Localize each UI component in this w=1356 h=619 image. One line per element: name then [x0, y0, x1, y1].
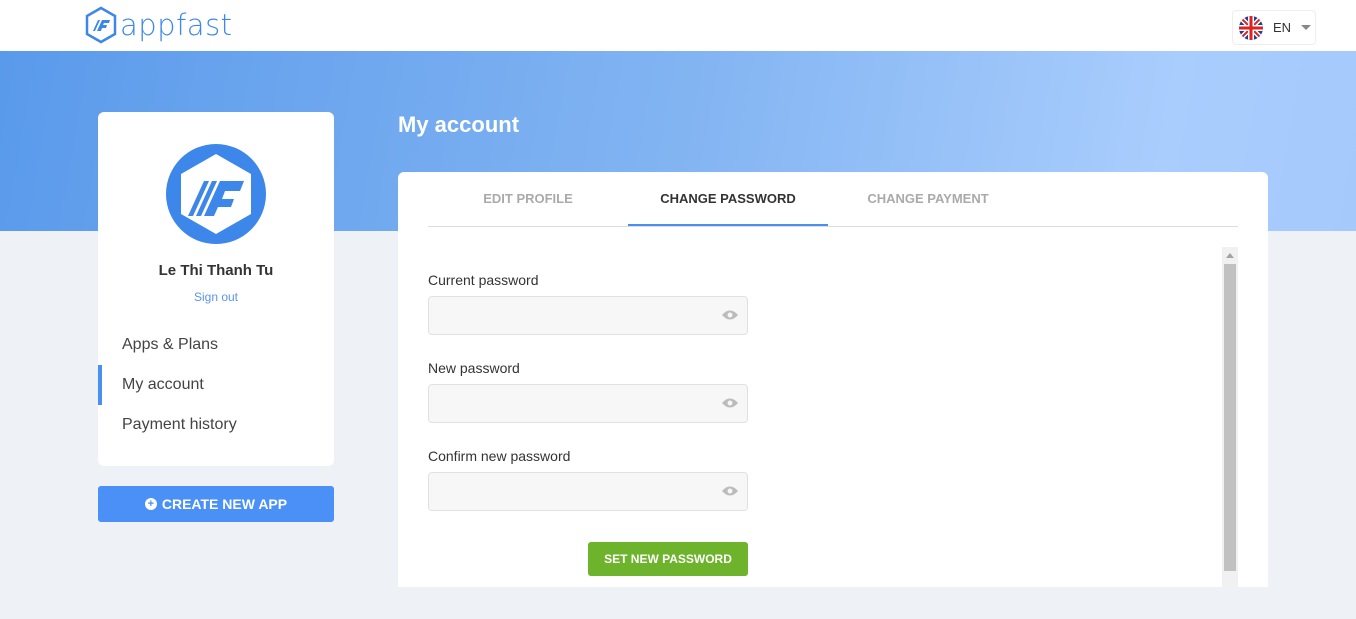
user-name: Le Thi Thanh Tu: [158, 262, 274, 279]
current-password-label: Current password: [428, 272, 539, 288]
sidebar-item-my-account[interactable]: My account: [98, 365, 334, 405]
sign-out-link[interactable]: Sign out: [98, 290, 334, 304]
tab-change-payment[interactable]: CHANGE PAYMENT: [828, 172, 1028, 226]
plus-circle-icon: +: [144, 498, 157, 510]
tab-edit-profile[interactable]: EDIT PROFILE: [428, 172, 628, 226]
scrollbar[interactable]: [1222, 247, 1238, 587]
logo-icon: [85, 6, 117, 44]
tab-change-password[interactable]: CHANGE PASSWORD: [628, 172, 828, 226]
create-new-app-button[interactable]: + CREATE NEW APP: [98, 486, 334, 522]
create-new-app-label: CREATE NEW APP: [161, 496, 288, 512]
new-password-label: New password: [428, 360, 520, 376]
scroll-up-icon[interactable]: [1226, 253, 1234, 258]
confirm-password-label: Confirm new password: [428, 448, 571, 464]
page-title: My account: [398, 112, 520, 137]
tab-bar: EDIT PROFILE CHANGE PASSWORD CHANGE PAYM…: [428, 172, 1238, 227]
new-password-input[interactable]: [428, 384, 748, 423]
change-password-form: Current password New password Confirm ne…: [428, 272, 748, 536]
uk-flag-icon: [1239, 15, 1263, 40]
sidebar-card: Le Thi Thanh Tu Sign out Apps & Plans My…: [98, 112, 334, 466]
eye-icon[interactable]: [721, 397, 739, 409]
top-bar: appfast EN: [0, 0, 1356, 51]
language-label: EN: [1273, 20, 1292, 35]
scrollbar-thumb[interactable]: [1224, 264, 1236, 571]
sidebar-item-apps-plans[interactable]: Apps & Plans: [98, 325, 334, 365]
avatar: [166, 144, 266, 244]
caret-down-icon: [1301, 25, 1312, 30]
sidebar-item-payment-history[interactable]: Payment history: [98, 405, 334, 445]
logo-text: appfast: [120, 8, 233, 42]
current-password-input[interactable]: [428, 296, 748, 335]
set-new-password-button[interactable]: SET NEW PASSWORD: [588, 542, 748, 576]
appfast-logo[interactable]: appfast: [84, 6, 233, 44]
language-selector[interactable]: EN: [1232, 10, 1316, 45]
account-card: EDIT PROFILE CHANGE PASSWORD CHANGE PAYM…: [398, 172, 1268, 587]
eye-icon[interactable]: [721, 485, 739, 497]
sidebar-nav: Apps & Plans My account Payment history: [98, 325, 334, 445]
eye-icon[interactable]: [721, 309, 739, 321]
confirm-password-input[interactable]: [428, 472, 748, 511]
